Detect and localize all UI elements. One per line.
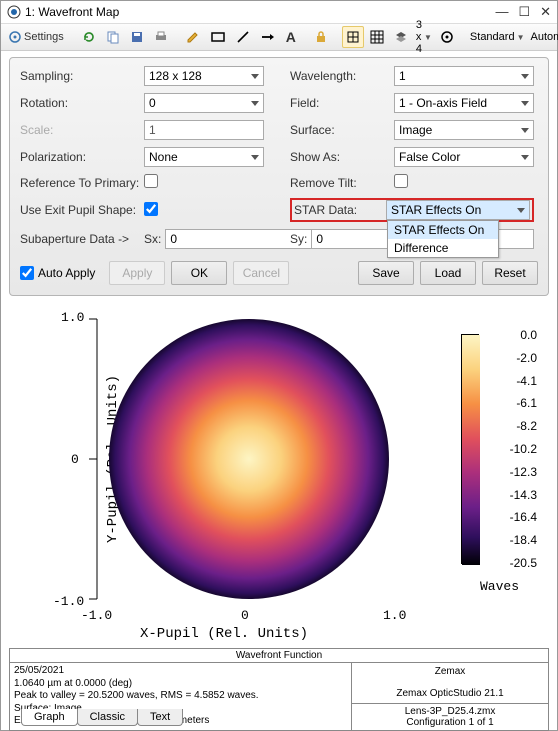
polarization-select[interactable]: None [144,147,264,167]
load-button[interactable]: Load [420,261,476,285]
apply-button: Apply [109,261,165,285]
settings-panel: Sampling: 128 x 128 Wavelength: 1 Rotati… [9,57,549,296]
star-option-effects-on[interactable]: STAR Effects On [388,221,498,239]
rotation-select[interactable]: 0 [144,93,264,113]
layers-icon[interactable] [390,26,412,48]
tab-graph[interactable]: Graph [21,709,78,726]
showas-select[interactable]: False Color [394,147,534,167]
ref-primary-label: Reference To Primary: [20,176,140,190]
print-icon[interactable] [150,26,172,48]
sampling-select[interactable]: 128 x 128 [144,66,264,86]
settings-label: Settings [24,31,64,43]
sampling-label: Sampling: [20,69,140,83]
autoapply-wrap[interactable]: Auto Apply [20,266,95,280]
exit-pupil-label: Use Exit Pupil Shape: [20,203,140,217]
wavefront-heatmap [89,314,399,604]
arrow-icon[interactable] [256,26,280,48]
sx-label: Sx: [144,232,161,246]
standard-dropdown[interactable]: Standard▼ [468,31,527,43]
remove-tilt-checkbox[interactable] [394,174,408,188]
scale-label: Scale: [20,123,140,137]
tab-text[interactable]: Text [137,709,183,726]
ytick-mid: 0 [71,452,79,467]
xtick-mid: 0 [241,608,249,623]
sy-label: Sy: [290,232,307,246]
info-file: Lens-3P_D25.4.zmx Configuration 1 of 1 [352,704,548,730]
field-label: Field: [290,96,390,110]
colorbar-label: Waves [480,579,519,594]
ytick-bot: -1.0 [53,594,84,609]
rotation-label: Rotation: [20,96,140,110]
refresh-icon[interactable] [78,26,100,48]
tab-classic[interactable]: Classic [77,709,138,726]
star-data-label: STAR Data: [294,203,382,217]
subaperture-label: Subaperture Data -> [20,232,140,246]
titlebar: 1: Wavefront Map — ☐ ✕ [1,1,557,23]
autoapply-checkbox[interactable] [20,266,34,280]
grid-size-dropdown[interactable]: 3 x 4▼ [414,19,434,55]
window-title: 1: Wavefront Map [25,5,495,19]
toolbar: Settings A 3 x 4▼ Standard▼ Automatic▼ ? [1,23,557,51]
info-heading: Wavefront Function [10,649,548,663]
target-icon[interactable] [436,26,458,48]
colorbar-ticks: 0.0 -2.0 -4.1 -6.1 -8.2 -10.2 -12.3 -14.… [510,329,537,569]
info-vendor: Zemax Zemax OpticStudio 21.1 [352,663,548,704]
polarization-label: Polarization: [20,150,140,164]
save-icon[interactable] [126,26,148,48]
automatic-dropdown[interactable]: Automatic▼ [529,31,558,43]
wavelength-select[interactable]: 1 [394,66,534,86]
ytick-top: 1.0 [61,310,84,325]
bottom-tabs: Graph Classic Text [21,709,182,726]
grid-small-icon[interactable] [342,26,364,48]
star-data-select[interactable]: STAR Effects On STAR Effects On Differen… [386,200,530,220]
line-icon[interactable] [232,26,254,48]
star-option-difference[interactable]: Difference [388,239,498,257]
exit-pupil-checkbox[interactable] [144,202,158,216]
surface-select[interactable]: Image [394,120,534,140]
autoapply-label: Auto Apply [38,266,95,280]
star-data-dropdown-list: STAR Effects On Difference [387,220,499,258]
colorbar [461,334,479,564]
wavelength-label: Wavelength: [290,69,390,83]
xtick-right: 1.0 [383,608,406,623]
plot-area: 1.0 0 -1.0 Y-Pupil (Rel. Units) [9,304,549,644]
ref-primary-checkbox[interactable] [144,174,158,188]
text-icon[interactable]: A [282,26,300,48]
app-icon [7,5,21,19]
maximize-button[interactable]: ☐ [518,4,530,20]
ok-button[interactable]: OK [171,261,227,285]
settings-button[interactable]: Settings [5,26,68,48]
copy-icon[interactable] [102,26,124,48]
surface-label: Surface: [290,123,390,137]
remove-tilt-label: Remove Tilt: [290,176,390,190]
reset-button[interactable]: Reset [482,261,538,285]
minimize-button[interactable]: — [495,4,508,20]
cancel-button: Cancel [233,261,289,285]
pencil-icon[interactable] [182,26,204,48]
save-button[interactable]: Save [358,261,414,285]
rectangle-icon[interactable] [206,26,230,48]
xtick-left: -1.0 [81,608,112,623]
lock-icon[interactable] [310,26,332,48]
close-button[interactable]: ✕ [540,4,551,20]
scale-input[interactable] [144,120,264,140]
showas-label: Show As: [290,150,390,164]
x-axis-label: X-Pupil (Rel. Units) [9,626,439,642]
grid-large-icon[interactable] [366,26,388,48]
field-select[interactable]: 1 - On-axis Field [394,93,534,113]
